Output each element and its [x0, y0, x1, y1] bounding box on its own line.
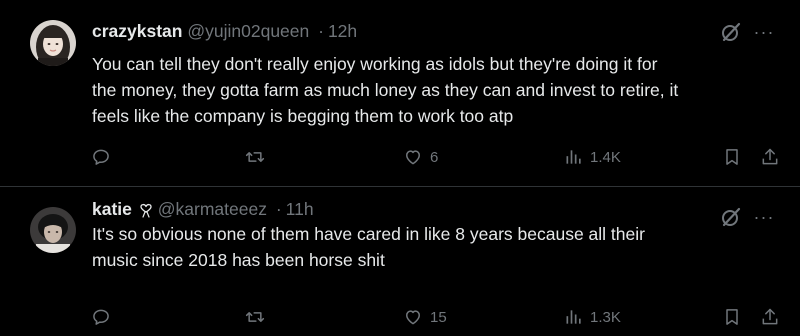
- views-chart-icon: [566, 310, 581, 324]
- share-icon: [762, 148, 778, 165]
- avatar[interactable]: [30, 20, 76, 66]
- like-count: 6: [430, 148, 439, 166]
- display-name[interactable]: crazykstan: [92, 21, 182, 41]
- tweet[interactable]: crazykstan @yujin02queen · 12h ··· You ca…: [0, 0, 800, 186]
- retweet-button[interactable]: [244, 306, 266, 328]
- timestamp[interactable]: 12h: [328, 21, 357, 41]
- share-icon: [762, 308, 778, 325]
- reply-button[interactable]: [91, 306, 111, 328]
- bookmark-icon: [726, 149, 738, 165]
- tweet-text-line: music since 2018 has been horse shit: [92, 250, 385, 270]
- like-count: 15: [430, 308, 447, 326]
- bookmark-button[interactable]: [722, 146, 742, 168]
- tweet-header: katie @karmateeez · 11h: [92, 197, 314, 221]
- tweet[interactable]: katie @karmateeez · 11h ··· It's so obvio…: [0, 187, 800, 336]
- tweet-text: You can tell they don't really enjoy wor…: [92, 51, 792, 129]
- tweet-text-line: feels like the company is begging them t…: [92, 106, 514, 126]
- like-button[interactable]: 6: [402, 146, 438, 168]
- timestamp[interactable]: 11h: [286, 199, 314, 219]
- user-handle[interactable]: @yujin02queen: [187, 21, 309, 41]
- like-button[interactable]: 15: [402, 306, 447, 328]
- heart-icon: [406, 310, 420, 325]
- separator: ·: [318, 21, 324, 41]
- retweet-button[interactable]: [244, 146, 266, 168]
- tweet-header: crazykstan @yujin02queen · 12h: [92, 19, 357, 43]
- retweet-icon: [245, 152, 265, 162]
- views-chart-icon: [566, 150, 581, 164]
- views-button[interactable]: 1.3K: [564, 306, 621, 328]
- view-count: 1.3K: [590, 308, 621, 326]
- timeline-feed: crazykstan @yujin02queen · 12h ··· You ca…: [0, 0, 800, 336]
- separator: ·: [275, 199, 282, 219]
- bookmark-button[interactable]: [722, 306, 742, 328]
- reply-button[interactable]: [91, 146, 111, 168]
- grok-icon[interactable]: [720, 21, 742, 43]
- tweet-text-line: the money, they gotta farm as much loney…: [92, 80, 679, 100]
- views-button[interactable]: 1.4K: [564, 146, 621, 168]
- retweet-icon: [245, 312, 265, 322]
- tweet-text-line: You can tell they don't really enjoy wor…: [92, 54, 658, 74]
- reply-icon: [93, 149, 109, 165]
- more-icon[interactable]: ···: [752, 21, 776, 43]
- share-button[interactable]: [760, 146, 780, 168]
- share-button[interactable]: [760, 306, 780, 328]
- bookmark-icon: [726, 309, 738, 325]
- tweet-text: It's so obvious none of them have cared …: [92, 221, 792, 273]
- reply-icon: [93, 309, 109, 325]
- avatar[interactable]: [30, 207, 76, 253]
- user-handle[interactable]: @karmateeez: [158, 199, 267, 219]
- heart-ribbon-icon: [138, 200, 154, 218]
- view-count: 1.4K: [590, 148, 621, 166]
- tweet-text-line: It's so obvious none of them have cared …: [92, 224, 645, 244]
- heart-icon: [406, 150, 420, 165]
- display-name[interactable]: katie: [92, 199, 132, 219]
